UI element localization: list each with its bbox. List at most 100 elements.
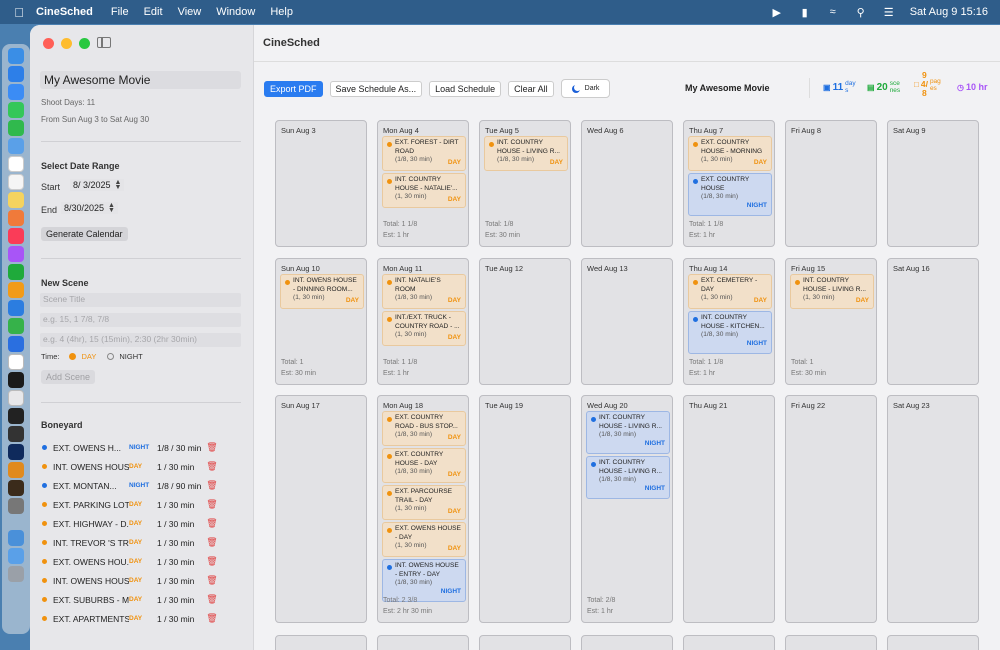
- day-cell[interactable]: Mon Aug 4 EXT. FOREST - DIRT ROAD (1/8, 30…: [377, 120, 469, 247]
- keynote-icon[interactable]: [8, 300, 24, 316]
- end-date-field[interactable]: 8/30/2025 ▲ ▼: [61, 202, 118, 214]
- menu-file[interactable]: File: [111, 6, 129, 18]
- scene-card[interactable]: INT./EXT. TRUCK - COUNTRY ROAD - ... (1, …: [382, 311, 466, 346]
- github-icon[interactable]: [8, 408, 24, 424]
- menu-window[interactable]: Window: [216, 6, 255, 18]
- pages-icon[interactable]: [8, 282, 24, 298]
- reminders-icon[interactable]: [8, 174, 24, 190]
- boneyard-item[interactable]: INT. OWENS HOUS... DAY 1 / 30 min 🗑: [41, 457, 246, 476]
- day-cell[interactable]: [581, 635, 673, 650]
- photos-icon[interactable]: [8, 210, 24, 226]
- chrome-icon[interactable]: [8, 354, 24, 370]
- day-cell[interactable]: Tue Aug 12: [479, 258, 571, 385]
- day-cell[interactable]: Thu Aug 14 EXT. CEMETERY - DAY (1, 30 min)…: [683, 258, 775, 385]
- day-cell[interactable]: Mon Aug 18 EXT. COUNTRY ROAD - BUS STOP..…: [377, 395, 469, 623]
- start-date-stepper-icon[interactable]: ▲ ▼: [115, 179, 122, 191]
- minimize-window-button[interactable]: [61, 38, 72, 49]
- scene-card[interactable]: EXT. FOREST - DIRT ROAD (1/8, 30 min) DAY: [382, 136, 466, 171]
- sidebar-toggle-icon[interactable]: [97, 37, 111, 48]
- add-scene-button[interactable]: Add Scene: [41, 370, 96, 384]
- scene-card[interactable]: EXT. PARCOURSE TRAIL - DAY (1, 30 min) DAY: [382, 485, 466, 520]
- battery-icon[interactable]: ▮: [798, 6, 812, 19]
- zoom-window-button[interactable]: [79, 38, 90, 49]
- boneyard-item[interactable]: INT. OWENS HOUS... DAY 1 / 30 min 🗑: [41, 571, 246, 590]
- trash-icon[interactable]: 🗑: [206, 461, 217, 472]
- store-icon[interactable]: [8, 336, 24, 352]
- trash-icon[interactable]: 🗑: [206, 480, 217, 491]
- play-icon[interactable]: ▶: [770, 6, 784, 19]
- trash-icon[interactable]: 🗑: [206, 613, 217, 624]
- day-cell[interactable]: Sun Aug 3: [275, 120, 367, 247]
- boneyard-item[interactable]: EXT. OWENS H... NIGHT 1/8 / 30 min 🗑: [41, 438, 246, 457]
- export-pdf-button[interactable]: Export PDF: [264, 80, 323, 97]
- day-cell[interactable]: Sun Aug 10 INT. OWENS HOUSE - DINNING ROO…: [275, 258, 367, 385]
- day-cell[interactable]: Wed Aug 20 INT. COUNTRY HOUSE - LIVING R.…: [581, 395, 673, 623]
- scene-card[interactable]: EXT. COUNTRY HOUSE - DAY (1/8, 30 min) DAY: [382, 448, 466, 483]
- scene-title-input[interactable]: Scene Title: [40, 293, 241, 307]
- night-radio-label[interactable]: NIGHT: [119, 352, 142, 361]
- menu-edit[interactable]: Edit: [144, 6, 163, 18]
- calendar-icon[interactable]: [8, 156, 24, 172]
- day-cell[interactable]: Thu Aug 7 EXT. COUNTRY HOUSE - MORNING (1,…: [683, 120, 775, 247]
- day-cell[interactable]: [683, 635, 775, 650]
- davinci-icon[interactable]: [8, 426, 24, 442]
- day-cell[interactable]: Fri Aug 15 INT. COUNTRY HOUSE - LIVING R.…: [785, 258, 877, 385]
- boneyard-item[interactable]: EXT. OWENS HOU... DAY 1 / 30 min 🗑: [41, 552, 246, 571]
- trash-icon[interactable]: 🗑: [206, 499, 217, 510]
- duration-input[interactable]: e.g. 4 (4hr), 15 (15min), 2:30 (2hr 30mi…: [40, 333, 241, 347]
- scene-card[interactable]: EXT. CEMETERY - DAY (1, 30 min) DAY: [688, 274, 772, 309]
- save-schedule-as-button[interactable]: Save Schedule As...: [329, 80, 423, 97]
- terminal-icon[interactable]: [8, 372, 24, 388]
- trash-icon[interactable]: 🗑: [206, 594, 217, 605]
- day-cell[interactable]: Thu Aug 21: [683, 395, 775, 623]
- scene-card[interactable]: INT. NATALIE'S ROOM (1/8, 30 min) DAY: [382, 274, 466, 309]
- podcasts-icon[interactable]: [8, 246, 24, 262]
- start-date-field[interactable]: 8/ 3/2025 ▲ ▼: [70, 179, 125, 191]
- dark-mode-toggle[interactable]: Dark: [560, 79, 611, 98]
- apps-folder-icon[interactable]: [8, 530, 24, 546]
- day-cell[interactable]: Wed Aug 13: [581, 258, 673, 385]
- downloads-icon[interactable]: [8, 548, 24, 564]
- day-cell[interactable]: Sat Aug 23: [887, 395, 979, 623]
- wifi-icon[interactable]: ≈: [826, 6, 840, 18]
- trash-icon[interactable]: 🗑: [206, 575, 217, 586]
- generate-calendar-button[interactable]: Generate Calendar: [41, 227, 128, 241]
- trash-icon[interactable]: 🗑: [206, 537, 217, 548]
- boneyard-item[interactable]: EXT. HIGHWAY - D... DAY 1 / 30 min 🗑: [41, 514, 246, 533]
- day-cell[interactable]: [377, 635, 469, 650]
- guitar-icon[interactable]: [8, 480, 24, 496]
- app-icon[interactable]: [8, 498, 24, 514]
- search-icon[interactable]: ⚲: [854, 6, 868, 19]
- pages-input[interactable]: e.g. 15, 1 7/8, 7/8: [40, 313, 241, 327]
- day-cell[interactable]: Sat Aug 9: [887, 120, 979, 247]
- trash-icon[interactable]: 🗑: [206, 556, 217, 567]
- scene-card[interactable]: EXT. COUNTRY ROAD - BUS STOP... (1/8, 30 …: [382, 411, 466, 446]
- day-cell[interactable]: Sun Aug 17: [275, 395, 367, 623]
- scene-card[interactable]: EXT. COUNTRY HOUSE - MORNING (1, 30 min) D…: [688, 136, 772, 171]
- day-cell[interactable]: Wed Aug 6: [581, 120, 673, 247]
- boneyard-item[interactable]: EXT. SUBURBS - M... DAY 1 / 30 min 🗑: [41, 590, 246, 609]
- load-schedule-button[interactable]: Load Schedule: [429, 80, 502, 97]
- end-date-stepper-icon[interactable]: ▲ ▼: [108, 202, 115, 214]
- scene-card[interactable]: INT. COUNTRY HOUSE - KITCHEN... (1/8, 30 …: [688, 311, 772, 354]
- boneyard-item[interactable]: INT. TREVOR 'S TR... DAY 1 / 30 min 🗑: [41, 533, 246, 552]
- music-icon[interactable]: [8, 228, 24, 244]
- day-cell[interactable]: Fri Aug 8: [785, 120, 877, 247]
- day-cell[interactable]: Tue Aug 19: [479, 395, 571, 623]
- movie-title-input[interactable]: My Awesome Movie: [40, 71, 241, 89]
- scene-card[interactable]: INT. COUNTRY HOUSE - LIVING R... (1/8, 30…: [484, 136, 568, 171]
- day-cell[interactable]: Tue Aug 5 INT. COUNTRY HOUSE - LIVING R..…: [479, 120, 571, 247]
- apple-icon[interactable]: : [12, 5, 26, 20]
- menu-help[interactable]: Help: [270, 6, 293, 18]
- trash-icon[interactable]: [8, 566, 24, 582]
- numbers-app-icon[interactable]: [8, 264, 24, 280]
- night-radio[interactable]: [107, 353, 115, 360]
- day-cell[interactable]: Fri Aug 22: [785, 395, 877, 623]
- facetime-icon[interactable]: [8, 120, 24, 136]
- scene-card[interactable]: INT. COUNTRY HOUSE - LIVING R... (1/8, 30…: [586, 456, 670, 499]
- trash-icon[interactable]: 🗑: [206, 518, 217, 529]
- scene-card[interactable]: EXT. OWENS HOUSE - DAY (1, 30 min) DAY: [382, 522, 466, 557]
- safari-icon[interactable]: [8, 66, 24, 82]
- mail-icon[interactable]: [8, 84, 24, 100]
- day-cell[interactable]: [785, 635, 877, 650]
